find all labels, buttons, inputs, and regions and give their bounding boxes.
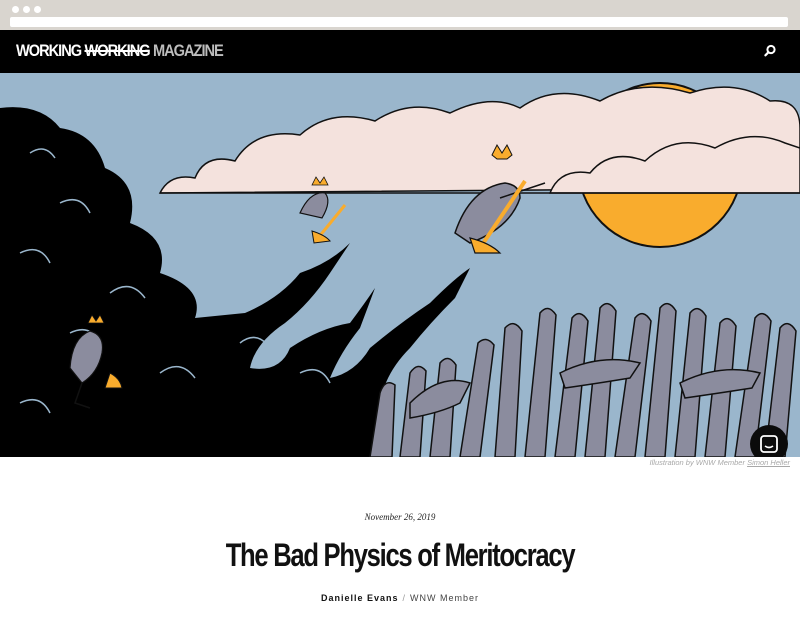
window-dot-maximize[interactable] [34, 6, 41, 13]
hero-illustration [0, 73, 800, 457]
chat-icon [760, 435, 778, 453]
byline: Danielle Evans / WNW Member [0, 593, 800, 603]
illustration-artwork [0, 73, 800, 457]
author-role: WNW Member [410, 593, 480, 603]
article-header: Illustration by WNW Member Simon Heller … [0, 457, 800, 625]
byline-separator: / [402, 593, 407, 603]
logo-word-3: MAGAZINE [153, 41, 224, 60]
address-bar[interactable] [10, 17, 788, 27]
site-header: WORKING WORKING MAGAZINE [0, 30, 800, 73]
window-dot-minimize[interactable] [23, 6, 30, 13]
window-dot-close[interactable] [12, 6, 19, 13]
publish-date: November 26, 2019 [364, 512, 436, 522]
credit-artist-link[interactable]: Simon Heller [747, 458, 790, 467]
logo-word-1: WORKING [16, 41, 82, 60]
illustration-credit: Illustration by WNW Member Simon Heller [650, 458, 790, 467]
article-title: The Bad Physics of Meritocracy [225, 537, 576, 573]
search-icon[interactable] [762, 43, 778, 59]
browser-chrome [0, 0, 800, 30]
author-name[interactable]: Danielle Evans [321, 593, 399, 603]
logo-word-2-strikethrough: WORKING [84, 41, 151, 60]
site-logo[interactable]: WORKING WORKING MAGAZINE [16, 41, 224, 61]
credit-prefix: Illustration by WNW Member [649, 458, 745, 467]
